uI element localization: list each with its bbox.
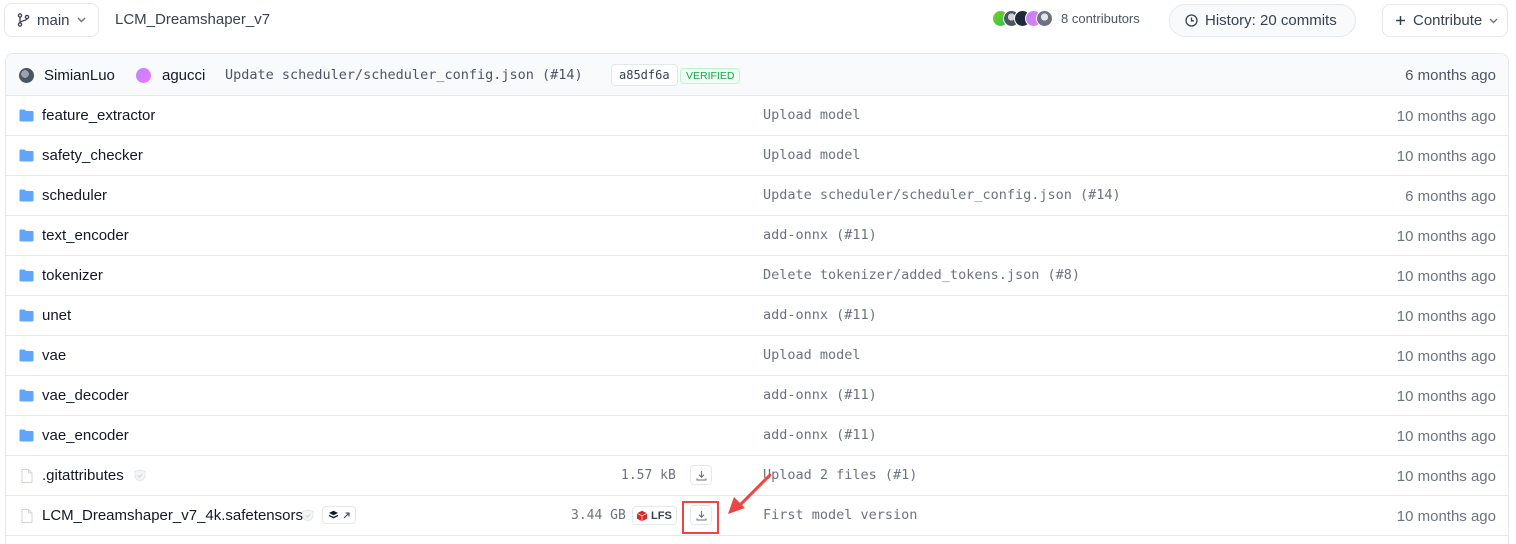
folder-name[interactable]: text_encoder	[42, 227, 129, 244]
contribute-button[interactable]: Contribute	[1382, 4, 1508, 37]
download-button[interactable]	[690, 465, 712, 485]
folder-row[interactable]: vae Upload model 10 months ago	[6, 336, 1508, 376]
commit-time: 10 months ago	[1396, 428, 1496, 445]
commit-message[interactable]: Delete tokenizer/added_tokens.json (#8)	[763, 267, 1080, 283]
folder-icon	[19, 429, 34, 442]
folder-row[interactable]: feature_extractor Upload model 10 months…	[6, 96, 1508, 136]
commit-message[interactable]: add-onnx (#11)	[763, 427, 877, 443]
folder-row[interactable]: text_encoder add-onnx (#11) 10 months ag…	[6, 216, 1508, 256]
plus-icon	[1396, 16, 1405, 25]
commit-time: 10 months ago	[1396, 348, 1496, 365]
contribute-label: Contribute	[1413, 12, 1483, 29]
file-size: 3.44 GB	[571, 508, 626, 523]
commit-message[interactable]: Upload model	[763, 347, 861, 363]
folder-name[interactable]: vae_decoder	[42, 387, 129, 404]
folder-name[interactable]: vae_encoder	[42, 427, 129, 444]
red-arrow-annotation	[728, 473, 772, 514]
folder-row[interactable]: safety_checker Upload model 10 months ag…	[6, 136, 1508, 176]
commit-time: 10 months ago	[1396, 308, 1496, 325]
commit-time: 10 months ago	[1396, 388, 1496, 405]
folder-icon	[19, 109, 34, 122]
external-link-icon	[343, 511, 350, 518]
commit-message[interactable]: add-onnx (#11)	[763, 387, 877, 403]
folder-row[interactable]: vae_decoder add-onnx (#11) 10 months ago	[6, 376, 1508, 416]
shield-icon[interactable]	[134, 469, 146, 482]
lfs-badge[interactable]: LFS	[632, 506, 677, 525]
commit-message[interactable]: add-onnx (#11)	[763, 227, 877, 243]
folder-row[interactable]: scheduler Update scheduler/scheduler_con…	[6, 176, 1508, 216]
commit-author[interactable]: SimianLuo	[44, 67, 115, 84]
breadcrumb-repo-name[interactable]: LCM_Dreamshaper_v7	[115, 11, 270, 28]
branch-selector[interactable]: main	[4, 3, 99, 37]
folder-icon	[19, 189, 34, 202]
commit-time: 10 months ago	[1396, 268, 1496, 285]
pickle-scan-badge[interactable]	[322, 506, 356, 524]
folder-row[interactable]: tokenizer Delete tokenizer/added_tokens.…	[6, 256, 1508, 296]
shield-icon[interactable]	[302, 509, 314, 522]
folder-name[interactable]: feature_extractor	[42, 107, 155, 124]
lfs-label: LFS	[651, 509, 672, 522]
folder-icon	[19, 309, 34, 322]
commit-message[interactable]: Upload 2 files (#1)	[763, 467, 917, 483]
commit-hash[interactable]: a85df6a	[611, 64, 678, 86]
contributors-link[interactable]: 8 contributors	[992, 10, 1140, 27]
commit-time: 10 months ago	[1396, 228, 1496, 245]
avatar[interactable]	[19, 68, 34, 83]
lfs-cube-icon	[636, 510, 648, 521]
layers-icon	[328, 510, 338, 519]
commit-time: 10 months ago	[1396, 508, 1496, 525]
commit-coauthor[interactable]: agucci	[162, 67, 205, 84]
clock-icon	[1185, 14, 1198, 27]
chevron-down-icon	[1489, 18, 1498, 23]
contributors-count: 8 contributors	[1061, 11, 1140, 26]
commit-time: 10 months ago	[1396, 468, 1496, 485]
commit-message[interactable]: add-onnx (#11)	[763, 307, 877, 323]
folder-icon	[19, 229, 34, 242]
folder-name[interactable]: tokenizer	[42, 267, 103, 284]
folder-name[interactable]: scheduler	[42, 187, 107, 204]
folder-name[interactable]: safety_checker	[42, 147, 143, 164]
folder-row[interactable]: vae_encoder add-onnx (#11) 10 months ago	[6, 416, 1508, 456]
file-icon	[21, 509, 33, 523]
file-size: 1.57 kB	[621, 468, 676, 483]
repo-header: main LCM_Dreamshaper_v7 8 contributors H…	[0, 0, 1516, 42]
git-branch-icon	[17, 13, 30, 27]
commit-message[interactable]: First model version	[763, 507, 917, 523]
commit-message[interactable]: Upload model	[763, 147, 861, 163]
contributor-avatars	[992, 10, 1053, 27]
commit-time: 6 months ago	[1405, 67, 1496, 84]
chevron-down-icon	[77, 17, 86, 23]
history-label: History: 20 commits	[1205, 12, 1337, 29]
last-commit-row: SimianLuo agucci Update scheduler/schedu…	[6, 54, 1508, 96]
verified-badge: VERIFIED	[680, 68, 741, 84]
commit-message[interactable]: Update scheduler/scheduler_config.json (…	[763, 187, 1121, 203]
commit-time: 10 months ago	[1396, 108, 1496, 125]
commit-time: 6 months ago	[1405, 188, 1496, 205]
branch-name: main	[37, 11, 70, 29]
file-icon	[21, 469, 33, 483]
folder-icon	[19, 349, 34, 362]
commit-time: 10 months ago	[1396, 148, 1496, 165]
file-name[interactable]: LCM_Dreamshaper_v7_4k.safetensors	[42, 507, 303, 524]
folder-name[interactable]: unet	[42, 307, 71, 324]
folder-icon	[19, 149, 34, 162]
folder-icon	[19, 269, 34, 282]
file-name[interactable]: .gitattributes	[42, 467, 124, 484]
commit-message[interactable]: Upload model	[763, 107, 861, 123]
folder-name[interactable]: vae	[42, 347, 66, 364]
history-button[interactable]: History: 20 commits	[1169, 4, 1356, 37]
avatar	[1036, 10, 1053, 27]
avatar[interactable]	[136, 68, 151, 83]
download-icon	[695, 470, 707, 481]
commit-message[interactable]: Update scheduler/scheduler_config.json (…	[225, 67, 583, 83]
folder-row[interactable]: unet add-onnx (#11) 10 months ago	[6, 296, 1508, 336]
highlight-box	[682, 501, 719, 534]
folder-icon	[19, 389, 34, 402]
file-table: SimianLuo agucci Update scheduler/schedu…	[5, 53, 1509, 544]
